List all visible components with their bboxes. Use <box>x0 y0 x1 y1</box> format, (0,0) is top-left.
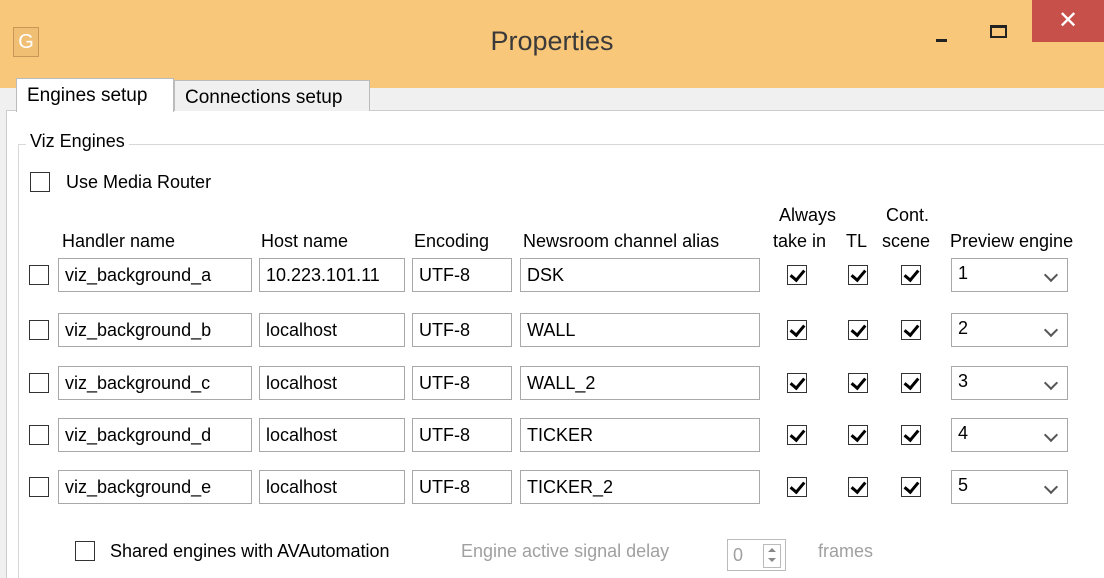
header-preview-engine: Preview engine <box>950 231 1074 251</box>
tl-checkbox[interactable] <box>848 425 868 445</box>
shared-engines-label: Shared engines with AVAutomation <box>110 541 390 561</box>
header-encoding: Encoding <box>414 231 490 251</box>
cont-scene-checkbox[interactable] <box>901 320 921 340</box>
close-button[interactable]: ✕ <box>1032 0 1104 42</box>
host-name-field[interactable]: localhost <box>259 313 405 347</box>
spinner-down-icon[interactable] <box>768 558 776 562</box>
header-always-line2: take in <box>773 231 827 251</box>
chevron-down-icon <box>1043 427 1059 443</box>
preview-engine-value: 5 <box>958 475 969 495</box>
preview-engine-select[interactable]: 5 <box>951 470 1068 504</box>
header-cont-line1: Cont. <box>886 205 930 225</box>
header-cont-line2: scene <box>882 231 931 251</box>
host-name-field[interactable]: localhost <box>259 366 405 400</box>
handler-name-field[interactable]: viz_background_e <box>58 470 252 504</box>
alias-field[interactable]: TICKER <box>520 418 760 452</box>
alias-field[interactable]: TICKER_2 <box>520 470 760 504</box>
alias-field[interactable]: WALL <box>520 313 760 347</box>
preview-engine-value: 2 <box>958 318 969 338</box>
row-select-checkbox[interactable] <box>29 320 49 340</box>
alias-field[interactable]: WALL_2 <box>520 366 760 400</box>
use-media-router-checkbox[interactable] <box>30 172 50 192</box>
encoding-field[interactable]: UTF-8 <box>412 470 512 504</box>
row-select-checkbox[interactable] <box>29 373 49 393</box>
chevron-down-icon <box>1043 375 1059 391</box>
engine-delay-value: 0 <box>733 545 744 565</box>
cont-scene-checkbox[interactable] <box>901 373 921 393</box>
engine-delay-spinner[interactable]: 0 <box>727 539 786 571</box>
viz-engines-group <box>18 144 1104 578</box>
tl-checkbox[interactable] <box>848 320 868 340</box>
row-select-checkbox[interactable] <box>29 265 49 285</box>
cont-scene-checkbox[interactable] <box>901 477 921 497</box>
row-select-checkbox[interactable] <box>29 477 49 497</box>
cont-scene-checkbox[interactable] <box>901 425 921 445</box>
header-always-line1: Always <box>779 205 837 225</box>
host-name-field[interactable]: localhost <box>259 470 405 504</box>
host-name-field[interactable]: 10.223.101.11 <box>259 258 405 292</box>
header-newsroom-alias: Newsroom channel alias <box>523 231 720 251</box>
always-take-in-checkbox[interactable] <box>787 425 807 445</box>
frames-label: frames <box>818 541 874 561</box>
always-take-in-checkbox[interactable] <box>787 477 807 497</box>
preview-engine-select[interactable]: 2 <box>951 313 1068 347</box>
use-media-router-label: Use Media Router <box>66 172 212 192</box>
shared-engines-checkbox[interactable] <box>75 541 95 561</box>
handler-name-field[interactable]: viz_background_a <box>58 258 252 292</box>
maximize-button[interactable] <box>976 18 1020 58</box>
preview-engine-value: 1 <box>958 263 969 283</box>
encoding-field[interactable]: UTF-8 <box>412 313 512 347</box>
spinner-buttons[interactable] <box>763 544 781 568</box>
minimize-icon <box>936 39 947 42</box>
handler-name-field[interactable]: viz_background_c <box>58 366 252 400</box>
always-take-in-checkbox[interactable] <box>787 320 807 340</box>
group-label: Viz Engines <box>26 131 129 152</box>
tl-checkbox[interactable] <box>848 373 868 393</box>
minimize-button[interactable] <box>920 18 964 58</box>
header-handler-name: Handler name <box>62 231 176 251</box>
row-select-checkbox[interactable] <box>29 425 49 445</box>
encoding-field[interactable]: UTF-8 <box>412 366 512 400</box>
tab-connections-setup[interactable]: Connections setup <box>174 80 370 111</box>
preview-engine-select[interactable]: 1 <box>951 258 1068 292</box>
header-host-name: Host name <box>261 231 349 251</box>
tab-engines-setup[interactable]: Engines setup <box>16 78 174 112</box>
always-take-in-checkbox[interactable] <box>787 265 807 285</box>
preview-engine-value: 4 <box>958 423 969 443</box>
cont-scene-checkbox[interactable] <box>901 265 921 285</box>
engine-delay-label: Engine active signal delay <box>461 541 670 561</box>
chevron-down-icon <box>1043 267 1059 283</box>
tl-checkbox[interactable] <box>848 265 868 285</box>
encoding-field[interactable]: UTF-8 <box>412 418 512 452</box>
preview-engine-value: 3 <box>958 371 969 391</box>
host-name-field[interactable]: localhost <box>259 418 405 452</box>
tl-checkbox[interactable] <box>848 477 868 497</box>
alias-field[interactable]: DSK <box>520 258 760 292</box>
chevron-down-icon <box>1043 322 1059 338</box>
chevron-down-icon <box>1043 479 1059 495</box>
spinner-up-icon[interactable] <box>768 548 776 552</box>
preview-engine-select[interactable]: 3 <box>951 366 1068 400</box>
handler-name-field[interactable]: viz_background_d <box>58 418 252 452</box>
always-take-in-checkbox[interactable] <box>787 373 807 393</box>
maximize-icon <box>990 25 1007 38</box>
preview-engine-select[interactable]: 4 <box>951 418 1068 452</box>
encoding-field[interactable]: UTF-8 <box>412 258 512 292</box>
handler-name-field[interactable]: viz_background_b <box>58 313 252 347</box>
header-tl: TL <box>846 231 868 251</box>
